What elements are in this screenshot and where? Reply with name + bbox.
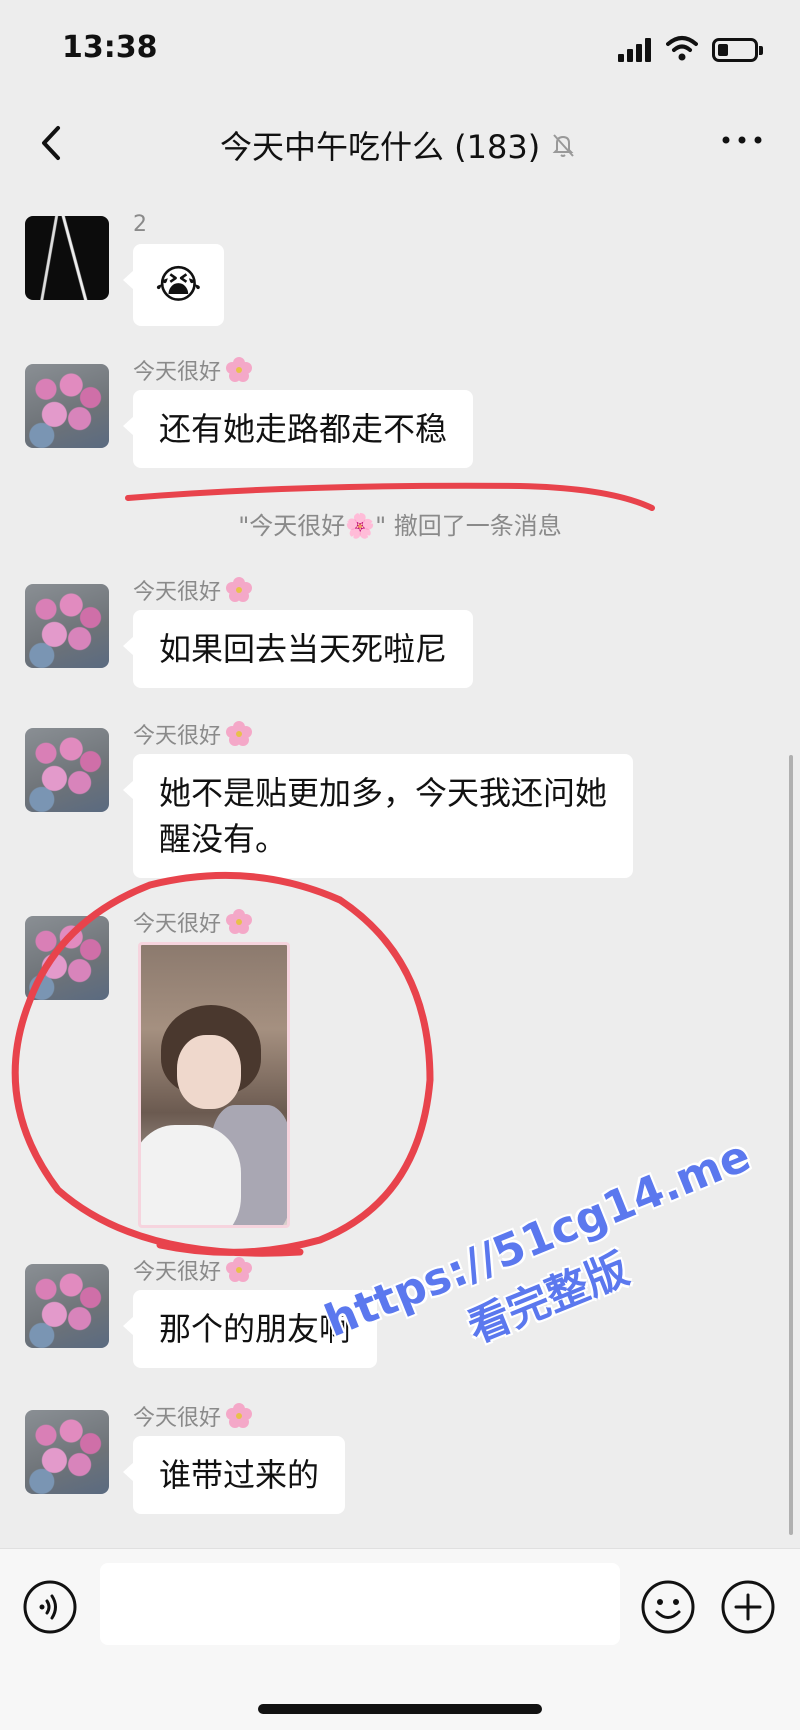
flower-icon bbox=[226, 1403, 253, 1428]
avatar[interactable] bbox=[25, 916, 109, 1000]
avatar[interactable] bbox=[25, 1410, 109, 1494]
sender-name-text: 今天很好 bbox=[133, 360, 222, 385]
flower-icon bbox=[226, 577, 253, 602]
home-indicator bbox=[258, 1704, 542, 1714]
sender-name-text: 今天很好 bbox=[133, 580, 222, 605]
sender-name-text: 今天很好 bbox=[133, 724, 222, 749]
chat-title: 今天中午吃什么 (183) bbox=[220, 122, 578, 168]
back-icon[interactable] bbox=[30, 118, 74, 168]
plus-icon[interactable] bbox=[720, 1579, 776, 1635]
sender-name: 今天很好 bbox=[133, 718, 253, 750]
avatar[interactable] bbox=[25, 216, 109, 300]
sender-name-text: 今天很好 bbox=[133, 1406, 222, 1431]
photo-message[interactable] bbox=[138, 942, 290, 1228]
sender-name: 今天很好 bbox=[133, 574, 253, 606]
sender-name: 2 bbox=[133, 212, 147, 237]
wifi-icon bbox=[666, 36, 698, 61]
chat-header: 今天中午吃什么 (183) bbox=[0, 100, 800, 188]
avatar[interactable] bbox=[25, 364, 109, 448]
flower-icon bbox=[226, 357, 253, 382]
battery-icon bbox=[712, 38, 763, 62]
sender-name: 今天很好 bbox=[133, 1254, 253, 1286]
message-bubble[interactable]: 如果回去当天死啦尼 bbox=[122, 610, 474, 688]
sender-name-text: 今天很好 bbox=[133, 912, 222, 937]
sender-name: 今天很好 bbox=[133, 906, 253, 938]
sender-name-text: 今天很好 bbox=[133, 1260, 222, 1285]
voice-icon[interactable] bbox=[22, 1579, 78, 1635]
message-bubble[interactable]: 还有她走路都走不稳 bbox=[122, 390, 474, 468]
signal-icon bbox=[618, 36, 656, 62]
sender-name: 今天很好 bbox=[133, 354, 253, 386]
message-bubble[interactable]: 那个的朋友啊 bbox=[122, 1290, 378, 1368]
mute-bell-icon bbox=[552, 134, 574, 157]
avatar[interactable] bbox=[25, 1264, 109, 1348]
more-icon[interactable] bbox=[720, 130, 764, 150]
flower-icon bbox=[226, 721, 253, 746]
avatar[interactable] bbox=[25, 728, 109, 812]
sender-name: 今天很好 bbox=[133, 1400, 253, 1432]
status-bar: 13:38 bbox=[0, 0, 800, 100]
message-line: 她不是贴更加多，今天我还问她 bbox=[159, 774, 608, 812]
chat-message-list[interactable]: 2 😭 今天很好 还有她走路都走不稳 "今天很好🌸" 撤回了一条消息 今天很好 … bbox=[0, 188, 800, 1548]
emoji-bubble[interactable]: 😭 bbox=[123, 244, 224, 326]
recall-notice: "今天很好🌸" 撤回了一条消息 bbox=[238, 512, 562, 540]
input-bar bbox=[0, 1548, 800, 1730]
message-bubble[interactable]: 她不是贴更加多，今天我还问她 醒没有。 bbox=[122, 754, 634, 878]
message-line: 醒没有。 bbox=[159, 820, 288, 858]
emoji-icon[interactable] bbox=[640, 1579, 696, 1635]
message-bubble[interactable]: 谁带过来的 bbox=[122, 1436, 346, 1514]
chat-title-text: 今天中午吃什么 (183) bbox=[220, 128, 541, 166]
status-time: 13:38 bbox=[62, 30, 158, 65]
flower-icon bbox=[226, 1257, 253, 1282]
scrollbar[interactable] bbox=[789, 755, 793, 1535]
flower-icon bbox=[226, 909, 253, 934]
message-input[interactable] bbox=[100, 1563, 620, 1645]
avatar[interactable] bbox=[25, 584, 109, 668]
